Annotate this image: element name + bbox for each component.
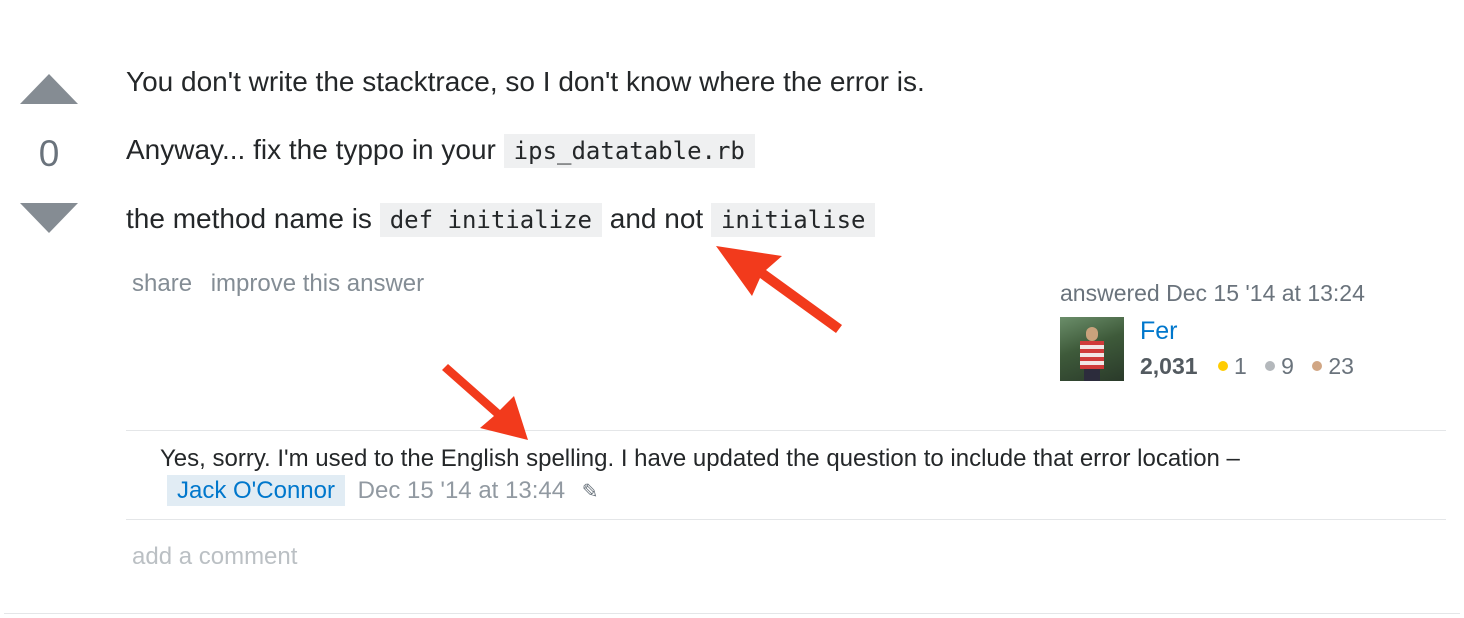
annotation-arrow-2 (442, 364, 528, 440)
annotation-arrow-1 (716, 246, 842, 333)
annotation-arrows (442, 246, 842, 440)
